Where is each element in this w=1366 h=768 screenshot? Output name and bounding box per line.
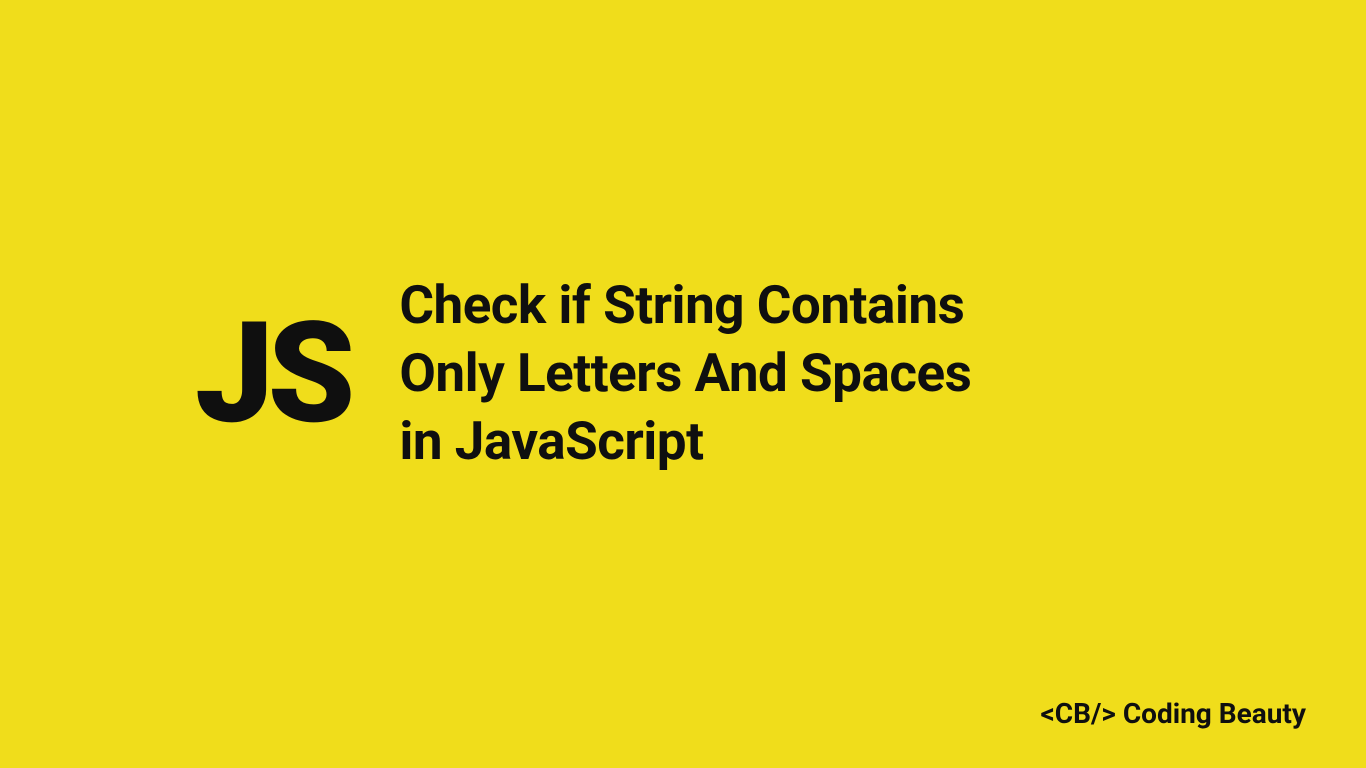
- brand-name: Coding Beauty: [1123, 697, 1306, 730]
- brand-tag: <CB/>: [1041, 697, 1116, 730]
- content-wrapper: JS Check if String Contains Only Letters…: [0, 0, 1366, 768]
- footer-brand: <CB/> Coding Beauty: [1041, 697, 1306, 730]
- title-line-1: Check if String Contains: [399, 272, 971, 340]
- js-logo: JS: [195, 304, 399, 444]
- title-line-3: in JavaScript: [399, 408, 971, 476]
- article-title: Check if String Contains Only Letters An…: [399, 272, 971, 475]
- title-line-2: Only Letters And Spaces: [399, 340, 971, 408]
